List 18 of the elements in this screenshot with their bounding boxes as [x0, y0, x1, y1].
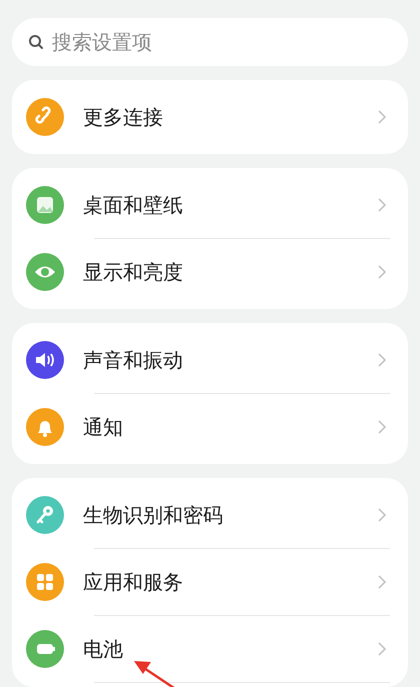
chevron-icon	[378, 508, 386, 522]
settings-item[interactable]: 应用和服务	[12, 549, 408, 615]
chevron-icon	[378, 420, 386, 434]
chevron-icon	[378, 265, 386, 279]
chevron-icon	[378, 642, 386, 656]
chevron-icon	[378, 353, 386, 367]
chevron-icon	[378, 198, 386, 212]
settings-item[interactable]: 声音和振动	[12, 327, 408, 393]
settings-item[interactable]: 更多连接	[12, 84, 408, 150]
settings-item[interactable]: 通知	[12, 394, 408, 460]
chevron-icon	[378, 110, 386, 124]
settings-item[interactable]: 桌面和壁纸	[12, 172, 408, 238]
search-icon	[28, 34, 44, 50]
chevron-icon	[378, 575, 386, 589]
settings-item[interactable]: 显示和亮度	[12, 239, 408, 305]
search-field[interactable]: 搜索设置项	[12, 18, 408, 66]
settings-item[interactable]: 生物识别和密码	[12, 482, 408, 548]
settings-item[interactable]: 电池	[12, 616, 408, 682]
